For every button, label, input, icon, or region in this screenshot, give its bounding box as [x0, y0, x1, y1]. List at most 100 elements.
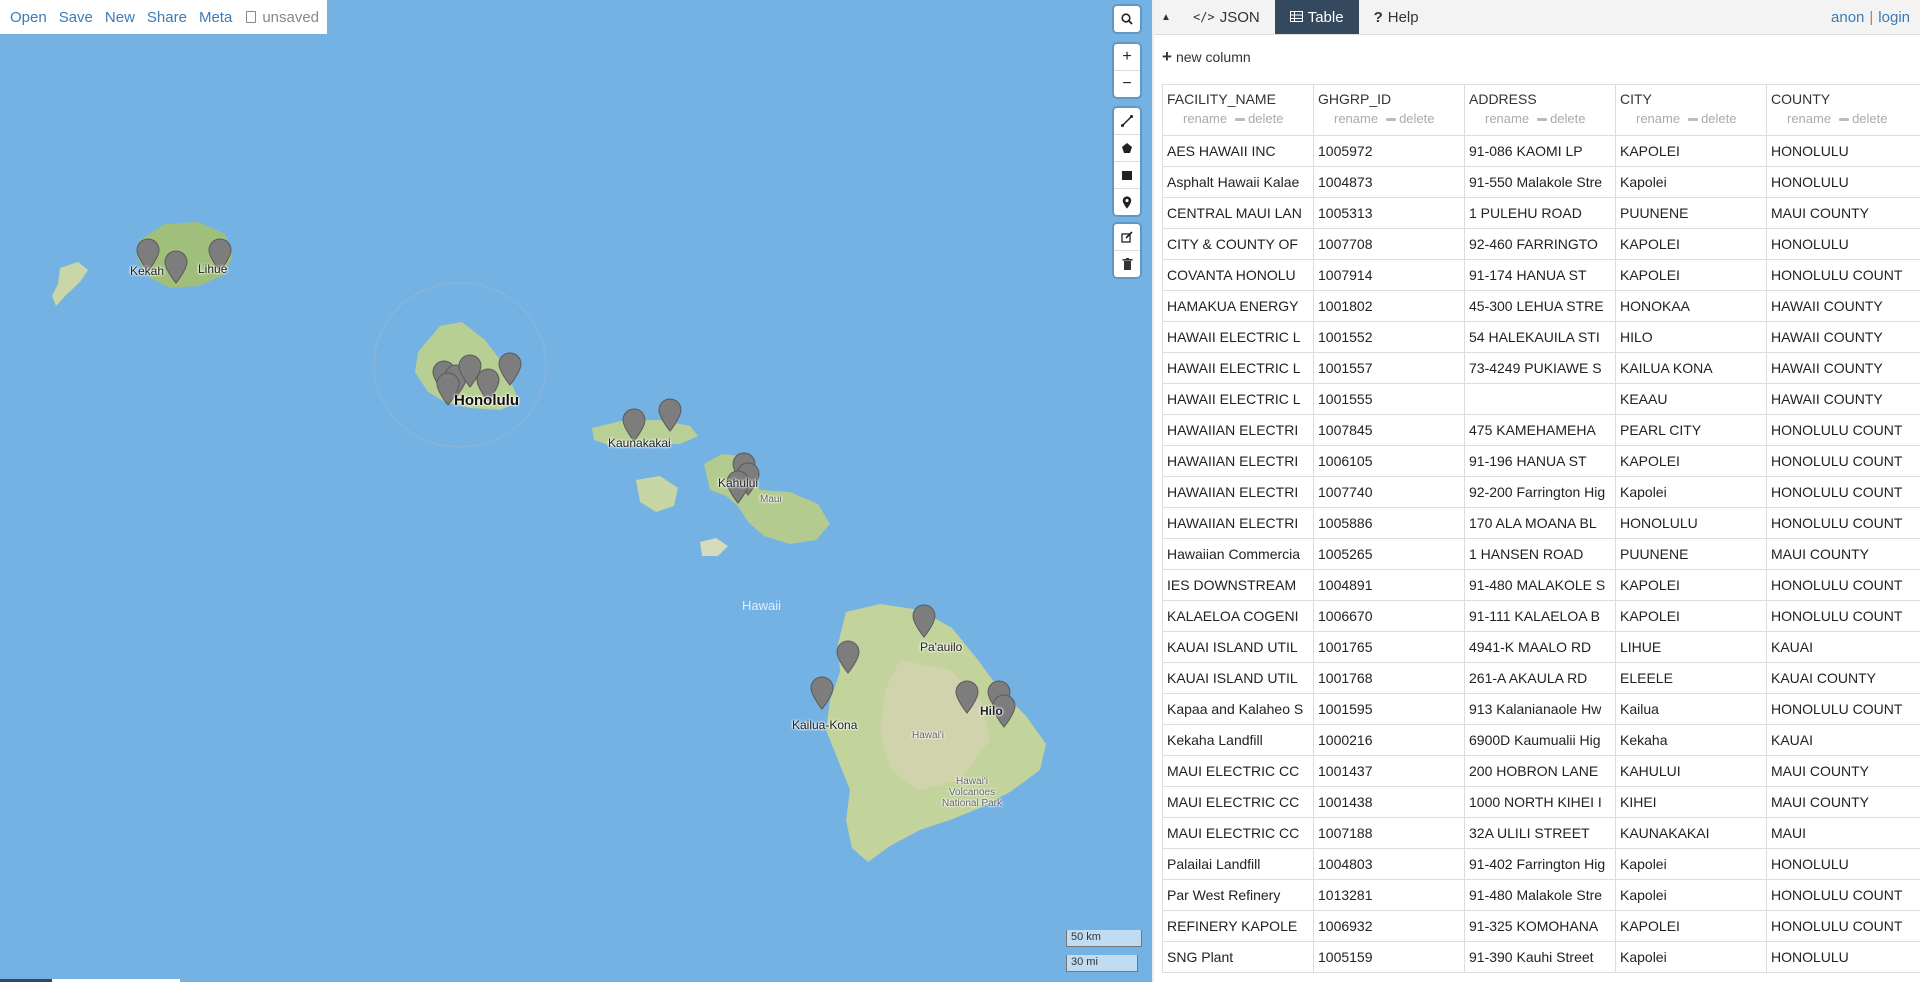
table-cell[interactable]: Kapolei [1615, 476, 1767, 508]
table-cell[interactable]: HONOLULU COUNT [1766, 693, 1920, 725]
table-cell[interactable]: KAPOLEI [1615, 228, 1767, 260]
table-cell[interactable]: HAWAIIAN ELECTRI [1162, 507, 1314, 539]
table-cell[interactable]: CENTRAL MAUI LAN [1162, 197, 1314, 229]
table-cell[interactable]: HONOLULU [1766, 941, 1920, 973]
table-cell[interactable]: 32A ULILI STREET [1464, 817, 1616, 849]
anon-link[interactable]: anon [1831, 9, 1864, 26]
table-cell[interactable]: HONOLULU [1766, 135, 1920, 167]
table-cell[interactable]: 1007740 [1313, 476, 1465, 508]
table-cell[interactable]: HONOKAA [1615, 290, 1767, 322]
table-cell[interactable]: 1000216 [1313, 724, 1465, 756]
table-cell[interactable]: 4941-K MAALO RD [1464, 631, 1616, 663]
table-cell[interactable]: 91-550 Malakole Stre [1464, 166, 1616, 198]
table-cell[interactable]: Kapolei [1615, 848, 1767, 880]
table-cell[interactable]: 1001437 [1313, 755, 1465, 787]
table-cell[interactable] [1464, 383, 1616, 415]
table-cell[interactable]: MAUI [1766, 817, 1920, 849]
tab-table[interactable]: Table [1274, 0, 1359, 34]
table-cell[interactable]: 1001768 [1313, 662, 1465, 694]
table-cell[interactable]: 1006105 [1313, 445, 1465, 477]
table-cell[interactable]: KAILUA KONA [1615, 352, 1767, 384]
table-cell[interactable]: KEAAU [1615, 383, 1767, 415]
table-cell[interactable]: KIHEI [1615, 786, 1767, 818]
table-cell[interactable]: KAHULUI [1615, 755, 1767, 787]
table-cell[interactable]: KAPOLEI [1615, 259, 1767, 291]
map-view[interactable]: Kekah Lihue Honolulu Kaunakakai Kahului … [0, 0, 1152, 982]
table-cell[interactable]: HAWAIIAN ELECTRI [1162, 414, 1314, 446]
table-cell[interactable]: LIHUE [1615, 631, 1767, 663]
table-cell[interactable]: REFINERY KAPOLE [1162, 910, 1314, 942]
draw-marker-icon[interactable] [1114, 189, 1140, 215]
search-icon[interactable] [1114, 6, 1140, 32]
table-cell[interactable]: Kapolei [1615, 879, 1767, 911]
table-cell[interactable]: 475 KAMEHAMEHA [1464, 414, 1616, 446]
table-cell[interactable]: HONOLULU COUNT [1766, 445, 1920, 477]
table-cell[interactable]: KAUAI ISLAND UTIL [1162, 662, 1314, 694]
table-cell[interactable]: Kailua [1615, 693, 1767, 725]
table-cell[interactable]: KAPOLEI [1615, 135, 1767, 167]
table-cell[interactable]: 1005159 [1313, 941, 1465, 973]
table-cell[interactable]: 1007845 [1313, 414, 1465, 446]
table-cell[interactable]: 1 PULEHU ROAD [1464, 197, 1616, 229]
table-cell[interactable]: 1004873 [1313, 166, 1465, 198]
table-cell[interactable]: HONOLULU COUNT [1766, 259, 1920, 291]
table-cell[interactable]: PEARL CITY [1615, 414, 1767, 446]
table-cell[interactable]: Kapaa and Kalaheo S [1162, 693, 1314, 725]
share-button[interactable]: Share [147, 9, 187, 26]
table-cell[interactable]: MAUI ELECTRIC CC [1162, 755, 1314, 787]
table-cell[interactable]: KAPOLEI [1615, 445, 1767, 477]
draw-rectangle-icon[interactable] [1114, 162, 1140, 189]
rename-column-button[interactable]: rename [1636, 111, 1680, 126]
table-cell[interactable]: Asphalt Hawaii Kalae [1162, 166, 1314, 198]
table-cell[interactable]: HAWAII ELECTRIC L [1162, 321, 1314, 353]
map-marker[interactable] [164, 250, 188, 284]
table-cell[interactable]: MAUI COUNTY [1766, 786, 1920, 818]
map-marker[interactable] [836, 640, 860, 674]
save-button[interactable]: Save [59, 9, 93, 26]
table-cell[interactable]: 91-196 HANUA ST [1464, 445, 1616, 477]
table-cell[interactable]: PUUNENE [1615, 538, 1767, 570]
table-cell[interactable]: MAUI COUNTY [1766, 197, 1920, 229]
draw-polygon-icon[interactable] [1114, 135, 1140, 162]
table-cell[interactable]: SNG Plant [1162, 941, 1314, 973]
zoom-in-button[interactable]: + [1114, 44, 1140, 71]
table-cell[interactable]: 1007188 [1313, 817, 1465, 849]
table-cell[interactable]: 1005972 [1313, 135, 1465, 167]
table-cell[interactable]: AES HAWAII INC [1162, 135, 1314, 167]
table-cell[interactable]: KAUNAKAKAI [1615, 817, 1767, 849]
table-cell[interactable]: 261-A AKAULA RD [1464, 662, 1616, 694]
rename-column-button[interactable]: rename [1183, 111, 1227, 126]
table-cell[interactable]: 1005886 [1313, 507, 1465, 539]
table-cell[interactable]: KAPOLEI [1615, 569, 1767, 601]
table-cell[interactable]: HONOLULU COUNT [1766, 600, 1920, 632]
table-cell[interactable]: HAWAII COUNTY [1766, 352, 1920, 384]
map-marker[interactable] [498, 352, 522, 386]
rename-column-button[interactable]: rename [1787, 111, 1831, 126]
table-cell[interactable]: KAPOLEI [1615, 600, 1767, 632]
table-cell[interactable]: HONOLULU [1766, 228, 1920, 260]
table-cell[interactable]: KAPOLEI [1615, 910, 1767, 942]
table-cell[interactable]: HAWAII ELECTRIC L [1162, 383, 1314, 415]
table-cell[interactable]: Kekaha [1615, 724, 1767, 756]
table-cell[interactable]: HONOLULU COUNT [1766, 476, 1920, 508]
table-cell[interactable]: 73-4249 PUKIAWE S [1464, 352, 1616, 384]
table-cell[interactable]: 1007914 [1313, 259, 1465, 291]
table-cell[interactable]: 91-111 KALAELOA B [1464, 600, 1616, 632]
new-button[interactable]: New [105, 9, 135, 26]
new-column-button[interactable]: + new column [1162, 47, 1251, 67]
open-button[interactable]: Open [10, 9, 47, 26]
trash-icon[interactable] [1114, 251, 1140, 277]
collapse-caret-icon[interactable]: ▲ [1154, 0, 1178, 34]
tab-json[interactable]: </> JSON [1178, 0, 1275, 34]
table-cell[interactable]: KAUAI COUNTY [1766, 662, 1920, 694]
table-cell[interactable]: Par West Refinery [1162, 879, 1314, 911]
table-cell[interactable]: MAUI COUNTY [1766, 755, 1920, 787]
edit-icon[interactable] [1114, 224, 1140, 251]
table-cell[interactable]: COVANTA HONOLU [1162, 259, 1314, 291]
table-cell[interactable]: KALAELOA COGENI [1162, 600, 1314, 632]
table-cell[interactable]: HONOLULU COUNT [1766, 910, 1920, 942]
table-cell[interactable]: 1001802 [1313, 290, 1465, 322]
table-cell[interactable]: 6900D Kaumualii Hig [1464, 724, 1616, 756]
table-cell[interactable]: IES DOWNSTREAM [1162, 569, 1314, 601]
table-cell[interactable]: 91-480 MALAKOLE S [1464, 569, 1616, 601]
